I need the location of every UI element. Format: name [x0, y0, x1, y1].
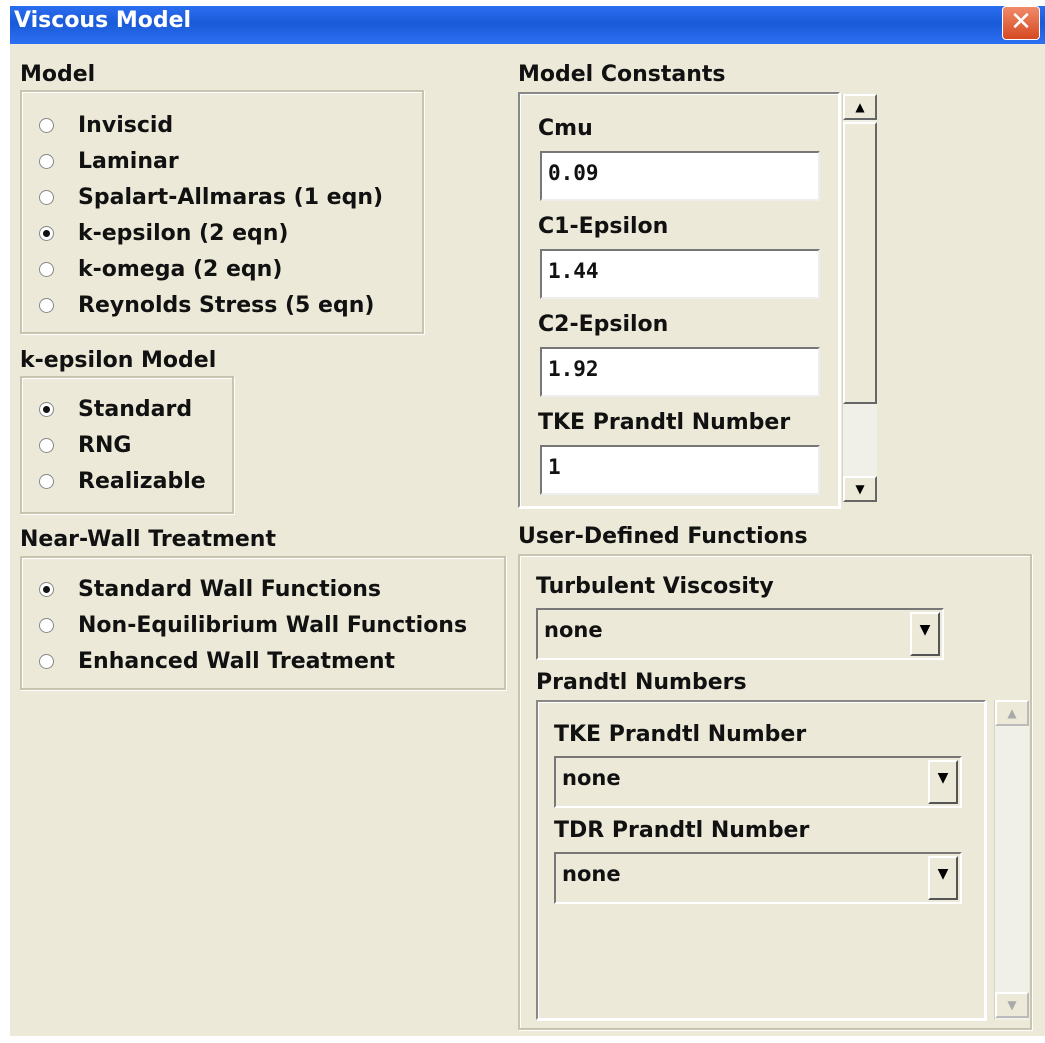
scroll-down-button[interactable]: ▼: [843, 476, 877, 502]
model-constants-panel: Cmu 0.09 C1-Epsilon 1.44 C2-Epsilon 1.92…: [518, 92, 840, 508]
radio-k-omega[interactable]: k-omega (2 eqn): [39, 254, 282, 284]
dropdown-value: none: [562, 766, 621, 790]
radio-label: Realizable: [78, 468, 206, 494]
radio-label: Enhanced Wall Treatment: [78, 648, 396, 674]
udf-tdr-prandtl-label: TDR Prandtl Number: [554, 818, 810, 843]
prandtl-numbers-panel: TKE Prandtl Number none ▼ TDR Prandtl Nu…: [536, 700, 986, 1020]
prandtl-numbers-label: Prandtl Numbers: [536, 670, 747, 695]
radio-non-equilibrium-wall-functions[interactable]: Non-Equilibrium Wall Functions: [39, 610, 467, 640]
radio-dot-selected: [39, 401, 54, 417]
scroll-up-button[interactable]: ▲: [995, 700, 1029, 726]
near-wall-treatment-group: Standard Wall Functions Non-Equilibrium …: [20, 556, 506, 690]
radio-dot: [39, 261, 54, 277]
radio-label: Spalart-Allmaras (1 eqn): [78, 184, 384, 210]
radio-label: k-epsilon (2 eqn): [78, 220, 289, 246]
tke-prandtl-number-label: TKE Prandtl Number: [538, 410, 791, 435]
radio-label: Standard: [78, 396, 193, 422]
radio-label: Inviscid: [78, 112, 174, 138]
chevron-down-icon[interactable]: ▼: [910, 612, 940, 656]
close-button[interactable]: ✕: [1002, 6, 1040, 40]
prandtl-numbers-scrollbar[interactable]: ▲ ▼: [994, 700, 1029, 1020]
cmu-input[interactable]: 0.09: [540, 151, 820, 201]
model-group: Inviscid Laminar Spalart-Allmaras (1 eqn…: [20, 90, 424, 334]
radio-dot: [39, 473, 54, 489]
c2-epsilon-label: C2-Epsilon: [538, 312, 669, 337]
radio-label: Laminar: [78, 148, 179, 174]
scroll-thumb[interactable]: [843, 122, 877, 404]
radio-standard-wall-functions[interactable]: Standard Wall Functions: [39, 574, 381, 604]
radio-standard[interactable]: Standard: [39, 394, 192, 424]
radio-dot: [39, 617, 54, 633]
c2-epsilon-input[interactable]: 1.92: [540, 347, 820, 397]
radio-label: Standard Wall Functions: [78, 576, 382, 602]
radio-dot: [39, 153, 54, 169]
model-group-label: Model: [20, 62, 96, 87]
turbulent-viscosity-label: Turbulent Viscosity: [536, 574, 774, 599]
scroll-up-icon: ▲: [1007, 706, 1017, 720]
dropdown-value: none: [562, 862, 621, 886]
tke-prandtl-dropdown[interactable]: none ▼: [554, 756, 962, 808]
dropdown-value: none: [544, 618, 603, 642]
radio-spalart-allmaras[interactable]: Spalart-Allmaras (1 eqn): [39, 182, 383, 212]
c1-epsilon-input[interactable]: 1.44: [540, 249, 820, 299]
radio-label: RNG: [78, 432, 132, 458]
c1-epsilon-label: C1-Epsilon: [538, 214, 669, 239]
radio-dot: [39, 297, 54, 313]
radio-label: Reynolds Stress (5 eqn): [78, 292, 375, 318]
model-constants-scrollbar[interactable]: ▲ ▼: [842, 94, 877, 502]
scroll-up-icon: ▲: [855, 100, 865, 114]
close-icon: ✕: [1010, 7, 1032, 37]
radio-dot-selected: [39, 225, 54, 241]
scroll-down-icon: ▼: [855, 482, 865, 496]
viscous-model-dialog: Viscous Model ✕ Model Inviscid Laminar S…: [10, 6, 1045, 1036]
k-epsilon-model-label: k-epsilon Model: [20, 348, 217, 373]
tdr-prandtl-dropdown[interactable]: none ▼: [554, 852, 962, 904]
scroll-down-button[interactable]: ▼: [995, 992, 1029, 1018]
scroll-up-button[interactable]: ▲: [843, 94, 877, 120]
radio-dot: [39, 117, 54, 133]
chevron-down-icon[interactable]: ▼: [928, 760, 958, 804]
user-defined-functions-label: User-Defined Functions: [518, 524, 808, 549]
model-constants-label: Model Constants: [518, 62, 726, 87]
title-bar[interactable]: Viscous Model ✕: [10, 6, 1045, 44]
k-epsilon-model-group: Standard RNG Realizable: [20, 376, 234, 514]
tke-prandtl-number-input[interactable]: 1: [540, 445, 820, 495]
radio-dot: [39, 437, 54, 453]
radio-dot: [39, 189, 54, 205]
radio-enhanced-wall-treatment[interactable]: Enhanced Wall Treatment: [39, 646, 395, 676]
window-title: Viscous Model: [14, 8, 192, 33]
radio-k-epsilon[interactable]: k-epsilon (2 eqn): [39, 218, 288, 248]
scroll-down-icon: ▼: [1007, 998, 1017, 1012]
radio-dot-selected: [39, 581, 54, 597]
udf-tke-prandtl-label: TKE Prandtl Number: [554, 722, 807, 747]
radio-realizable[interactable]: Realizable: [39, 466, 206, 496]
radio-label: k-omega (2 eqn): [78, 256, 283, 282]
radio-rng[interactable]: RNG: [39, 430, 131, 460]
chevron-down-icon[interactable]: ▼: [928, 856, 958, 900]
user-defined-functions-group: Turbulent Viscosity none ▼ Prandtl Numbe…: [518, 554, 1032, 1030]
cmu-label: Cmu: [538, 116, 593, 141]
turbulent-viscosity-dropdown[interactable]: none ▼: [536, 608, 944, 660]
radio-reynolds-stress[interactable]: Reynolds Stress (5 eqn): [39, 290, 374, 320]
radio-dot: [39, 653, 54, 669]
radio-laminar[interactable]: Laminar: [39, 146, 179, 176]
radio-inviscid[interactable]: Inviscid: [39, 110, 173, 140]
radio-label: Non-Equilibrium Wall Functions: [78, 612, 468, 638]
near-wall-treatment-label: Near-Wall Treatment: [20, 527, 276, 552]
